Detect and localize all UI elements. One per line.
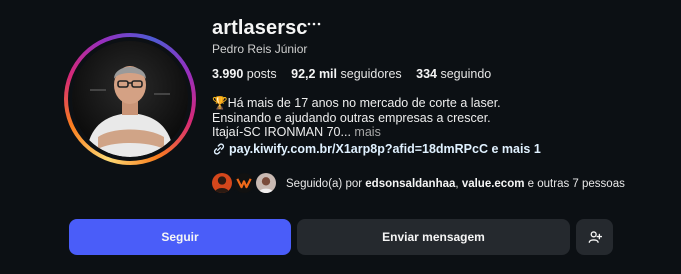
avatar[interactable]	[72, 41, 188, 157]
posts-label: posts	[246, 67, 277, 81]
following-value[interactable]: 334	[416, 67, 437, 81]
following-label[interactable]: seguindo	[440, 67, 491, 81]
avatar-gap	[68, 37, 192, 161]
profile-stats: 3.990 posts 92,2 mil seguidores 334 segu…	[212, 67, 502, 81]
full-name: Pedro Reis Júnior	[212, 42, 308, 56]
more-options-icon[interactable]	[305, 17, 323, 31]
avatar-story-ring[interactable]	[64, 33, 196, 165]
followed-separator: ,	[455, 178, 459, 190]
posts-value: 3.990	[212, 67, 244, 81]
link-icon	[213, 143, 225, 155]
bio-line-2: Ensinando e ajudando outras empresas a c…	[212, 110, 491, 125]
mutual-user-2[interactable]: value.ecom	[462, 178, 525, 190]
bio: 🏆Há mais de 17 anos no mercado de corte …	[212, 96, 652, 140]
bio-line-3: Itajaí-SC IRONMAN 70...	[212, 125, 351, 139]
mutual-avatar-3	[254, 171, 278, 195]
following-count[interactable]: 334 seguindo	[416, 67, 491, 81]
add-person-icon	[588, 231, 602, 243]
bio-more-link[interactable]: mais	[354, 125, 380, 139]
posts-count: 3.990 posts	[212, 67, 277, 81]
link-text[interactable]: pay.kiwify.com.br/X1arp8p?afid=18dmRPcC …	[229, 142, 541, 156]
followers-label[interactable]: seguidores	[341, 67, 402, 81]
bio-line-1: 🏆Há mais de 17 anos no mercado de corte …	[212, 96, 501, 110]
suggested-accounts-button[interactable]	[576, 219, 613, 255]
mutual-avatars	[210, 171, 282, 197]
external-link[interactable]: pay.kiwify.com.br/X1arp8p?afid=18dmRPcC …	[212, 142, 541, 156]
mutual-avatar-1	[210, 171, 234, 195]
send-message-button[interactable]: Enviar mensagem	[297, 219, 570, 255]
mutual-user-1[interactable]: edsonsaldanhaa	[365, 178, 455, 190]
followers-count[interactable]: 92,2 mil seguidores	[291, 67, 402, 81]
bio-line-3-wrap: Itajaí-SC IRONMAN 70... mais	[212, 125, 652, 140]
followed-by[interactable]: Seguido(a) por edsonsaldanhaa, value.eco…	[210, 171, 625, 197]
followed-by-text: Seguido(a) por edsonsaldanhaa, value.eco…	[286, 178, 625, 190]
followers-value[interactable]: 92,2 mil	[291, 67, 337, 81]
follow-button[interactable]: Seguir	[69, 219, 291, 255]
username: artlasersc	[212, 17, 308, 39]
followed-suffix: e outras 7 pessoas	[527, 178, 625, 190]
mutual-avatar-2	[232, 171, 256, 195]
followed-prefix: Seguido(a) por	[286, 178, 363, 190]
